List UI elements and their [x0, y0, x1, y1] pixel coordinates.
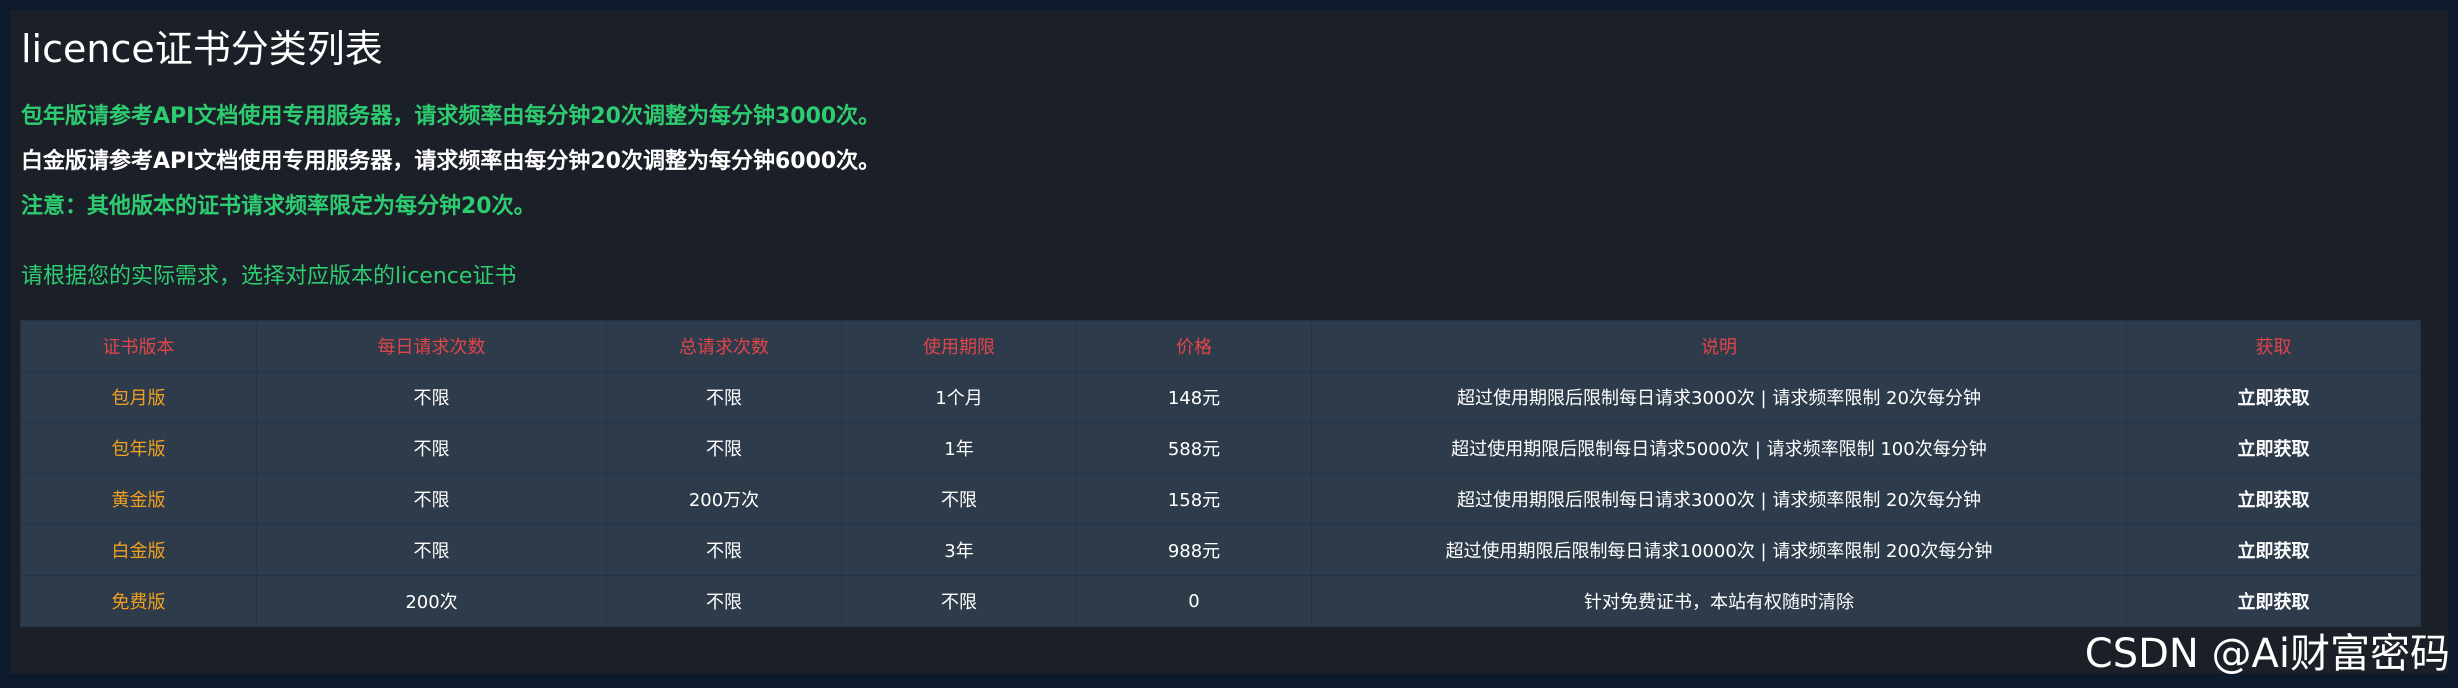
cell-period: 不限	[841, 473, 1077, 525]
get-now-link[interactable]: 立即获取	[2126, 422, 2421, 474]
header-price: 价格	[1076, 320, 1312, 372]
cell-daily-requests: 不限	[256, 524, 607, 576]
get-now-link[interactable]: 立即获取	[2126, 371, 2421, 423]
cell-price: 988元	[1076, 524, 1312, 576]
cell-period: 3年	[841, 524, 1077, 576]
csdn-watermark: CSDN @Ai财富密码	[2084, 631, 2450, 677]
cell-description: 超过使用期限后限制每日请求3000次 | 请求频率限制 20次每分钟	[1311, 473, 2127, 525]
page-title: licence证书分类列表	[21, 27, 383, 71]
cell-period: 不限	[841, 575, 1077, 627]
cell-price: 0	[1076, 575, 1312, 627]
notice-platinum: 白金版请参考API文档使用专用服务器，请求频率由每分钟20次调整为每分钟6000…	[21, 149, 881, 174]
cell-price: 588元	[1076, 422, 1312, 474]
cell-price: 158元	[1076, 473, 1312, 525]
licence-table: 证书版本 每日请求次数 总请求次数 使用期限 价格 说明 获取 包月版 不限 不…	[20, 320, 2421, 627]
cell-daily-requests: 不限	[256, 371, 607, 423]
cell-total-requests: 200万次	[606, 473, 842, 525]
cell-period: 1个月	[841, 371, 1077, 423]
table-row: 免费版 200次 不限 不限 0 针对免费证书，本站有权随时清除 立即获取	[20, 575, 2421, 627]
get-now-link[interactable]: 立即获取	[2126, 524, 2421, 576]
cell-daily-requests: 不限	[256, 473, 607, 525]
get-now-link[interactable]: 立即获取	[2126, 473, 2421, 525]
cell-version: 黄金版	[20, 473, 257, 525]
header-get: 获取	[2126, 320, 2421, 372]
cell-version: 包月版	[20, 371, 257, 423]
cell-total-requests: 不限	[606, 524, 842, 576]
header-description: 说明	[1311, 320, 2127, 372]
cell-total-requests: 不限	[606, 575, 842, 627]
table-row: 白金版 不限 不限 3年 988元 超过使用期限后限制每日请求10000次 | …	[20, 524, 2421, 576]
cell-version: 包年版	[20, 422, 257, 474]
cell-daily-requests: 不限	[256, 422, 607, 474]
cell-price: 148元	[1076, 371, 1312, 423]
cell-description: 超过使用期限后限制每日请求10000次 | 请求频率限制 200次每分钟	[1311, 524, 2127, 576]
header-daily-requests: 每日请求次数	[256, 320, 607, 372]
table-row: 包年版 不限 不限 1年 588元 超过使用期限后限制每日请求5000次 | 请…	[20, 422, 2421, 474]
table-row: 包月版 不限 不限 1个月 148元 超过使用期限后限制每日请求3000次 | …	[20, 371, 2421, 423]
cell-period: 1年	[841, 422, 1077, 474]
header-period: 使用期限	[841, 320, 1077, 372]
cell-description: 针对免费证书，本站有权随时清除	[1311, 575, 2127, 627]
cell-description: 超过使用期限后限制每日请求3000次 | 请求频率限制 20次每分钟	[1311, 371, 2127, 423]
header-version: 证书版本	[20, 320, 257, 372]
selection-prompt: 请根据您的实际需求，选择对应版本的licence证书	[21, 264, 517, 289]
table-row: 黄金版 不限 200万次 不限 158元 超过使用期限后限制每日请求3000次 …	[20, 473, 2421, 525]
get-now-link[interactable]: 立即获取	[2126, 575, 2421, 627]
cell-daily-requests: 200次	[256, 575, 607, 627]
cell-total-requests: 不限	[606, 422, 842, 474]
cell-version: 免费版	[20, 575, 257, 627]
cell-total-requests: 不限	[606, 371, 842, 423]
cell-description: 超过使用期限后限制每日请求5000次 | 请求频率限制 100次每分钟	[1311, 422, 2127, 474]
notice-other: 注意：其他版本的证书请求频率限定为每分钟20次。	[21, 194, 536, 219]
notice-annual: 包年版请参考API文档使用专用服务器，请求频率由每分钟20次调整为每分钟3000…	[21, 104, 881, 129]
table-header-row: 证书版本 每日请求次数 总请求次数 使用期限 价格 说明 获取	[20, 320, 2421, 372]
cell-version: 白金版	[20, 524, 257, 576]
header-total-requests: 总请求次数	[606, 320, 842, 372]
